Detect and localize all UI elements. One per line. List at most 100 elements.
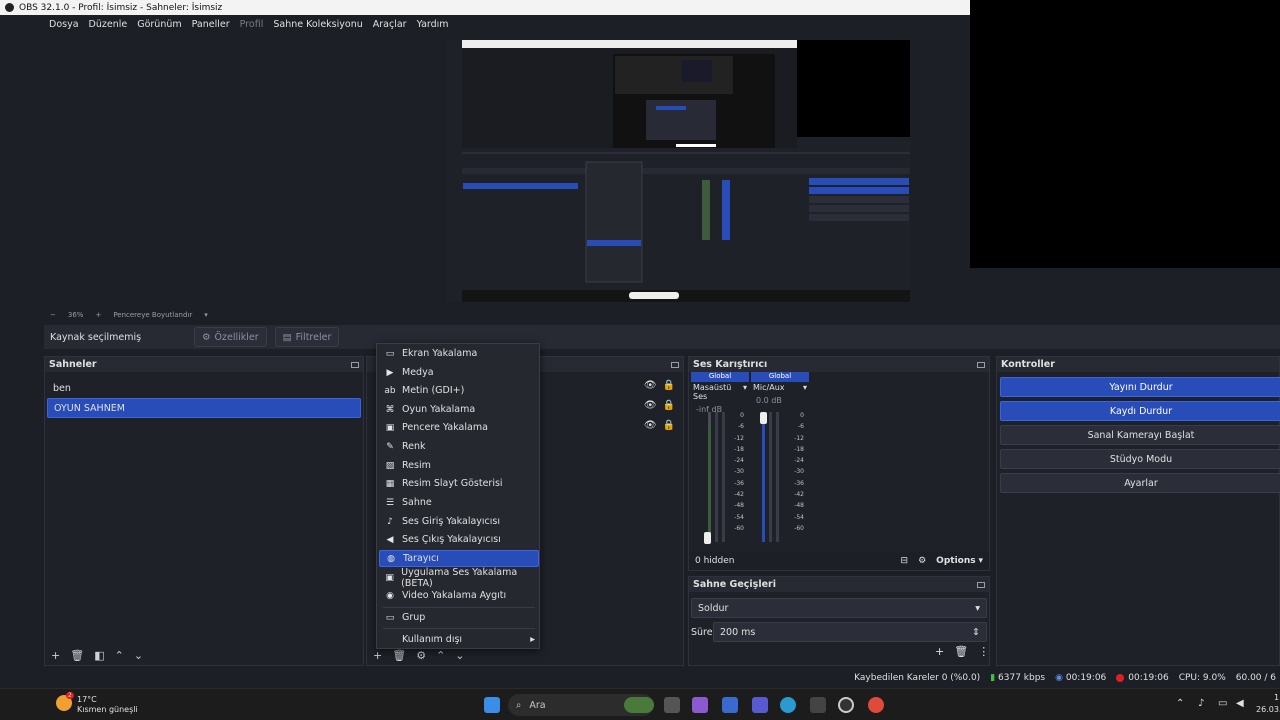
start-virtual-camera-button[interactable]: Sanal Kamerayı Başlat: [1000, 425, 1280, 445]
menu-item-app-audio-capture[interactable]: ▣ Uygulama Ses Yakalama (BETA): [379, 567, 539, 589]
options-button[interactable]: Options ▾: [936, 556, 983, 566]
channel-name-select[interactable]: Mic/Aux ▾: [751, 382, 809, 393]
gear-icon[interactable]: ⚙: [416, 649, 426, 662]
advanced-settings-icon[interactable]: ⚙: [918, 556, 926, 566]
search-placeholder: Ara: [529, 699, 546, 711]
volume-tray-icon[interactable]: ◀: [1236, 698, 1244, 709]
trash-icon[interactable]: 🗑: [392, 649, 406, 662]
scene-item[interactable]: ben: [47, 378, 361, 398]
add-source-icon[interactable]: +: [373, 649, 382, 662]
channel-name-select[interactable]: Masaüstü Ses ▾: [691, 382, 749, 402]
undock-icon[interactable]: [977, 361, 985, 368]
menu-item-color[interactable]: ✎ Renk: [379, 438, 539, 455]
stop-streaming-button[interactable]: Yayını Durdur: [1000, 377, 1280, 397]
menu-scene-collection[interactable]: Sahne Koleksiyonu: [273, 19, 362, 30]
taskbar-search[interactable]: ⌕ Ara: [508, 694, 654, 716]
studio-mode-button[interactable]: Stüdyo Modu: [1000, 449, 1280, 469]
volume-fader[interactable]: [760, 412, 767, 424]
microphone-tray-icon[interactable]: ♪: [1198, 698, 1204, 709]
controls-title: Kontroller: [1001, 359, 1055, 370]
menu-item-label: Metin (GDI+): [402, 385, 465, 396]
zoom-out-button[interactable]: −: [50, 311, 56, 319]
settings-button[interactable]: Ayarlar: [1000, 473, 1280, 493]
lock-icon[interactable]: 🔒: [663, 400, 675, 411]
undock-icon[interactable]: [671, 361, 679, 368]
transition-select[interactable]: Soldur ▾: [691, 598, 987, 618]
menu-file[interactable]: Dosya: [49, 19, 79, 30]
menu-item-slideshow[interactable]: ▦ Resim Slayt Gösterisi: [379, 475, 539, 492]
calculator-icon[interactable]: [722, 697, 738, 713]
dropped-frames: Kaybedilen Kareler 0 (%0.0): [854, 673, 981, 683]
menu-item-audio-input[interactable]: ♪ Ses Giriş Yakalayıcısı: [379, 513, 539, 530]
menu-item-text[interactable]: ab Metin (GDI+): [379, 382, 539, 399]
menu-item-image[interactable]: ▨ Resim: [379, 457, 539, 474]
chrome-icon[interactable]: [868, 697, 884, 713]
menu-separator: [383, 628, 535, 629]
menu-edit[interactable]: Düzenle: [89, 19, 128, 30]
move-up-icon[interactable]: ⌃: [115, 649, 124, 662]
zoom-mode-select[interactable]: Pencereye Boyutlandır: [113, 311, 192, 319]
lock-icon[interactable]: 🔒: [663, 420, 675, 431]
menu-item-group[interactable]: ▭ Grup: [379, 609, 539, 626]
undock-icon[interactable]: [977, 581, 985, 588]
eye-icon[interactable]: 👁: [644, 420, 657, 431]
volume-fader[interactable]: [704, 532, 711, 544]
channel-name: Masaüstü Ses: [693, 383, 732, 401]
windows-start-icon[interactable]: [484, 697, 500, 713]
properties-button[interactable]: ⚙ Özellikler: [194, 327, 267, 347]
move-down-icon[interactable]: ⌄: [455, 649, 464, 662]
menu-help[interactable]: Yardım: [417, 19, 449, 30]
eye-icon[interactable]: 👁: [644, 380, 657, 391]
menu-item-scene[interactable]: ☰ Sahne: [379, 494, 539, 511]
menu-view[interactable]: Görünüm: [137, 19, 181, 30]
app-icon[interactable]: [810, 697, 826, 713]
menu-docks[interactable]: Paneller: [192, 19, 230, 30]
copilot-icon[interactable]: [692, 697, 708, 713]
source-status-text: Kaynak seçilmemiş: [50, 331, 142, 343]
edge-icon[interactable]: [780, 697, 796, 713]
move-up-icon[interactable]: ⌃: [436, 649, 445, 662]
camera-icon: ◉: [386, 590, 394, 601]
menu-item-audio-output[interactable]: ◀ Ses Çıkış Yakalayıcısı: [379, 531, 539, 548]
menu-item-video-capture[interactable]: ◉ Video Yakalama Aygıtı: [379, 587, 539, 604]
tray-chevron-icon[interactable]: ⌃: [1176, 698, 1184, 709]
menu-item-game-capture[interactable]: ⌘ Oyun Yakalama: [379, 401, 539, 418]
folder-icon: ▭: [385, 612, 395, 623]
menu-item-display-capture[interactable]: ▭ Ekran Yakalama: [379, 345, 539, 362]
scene-label: OYUN SAHNEM: [54, 402, 125, 414]
spin-arrows-icon[interactable]: ⇕: [972, 627, 980, 638]
stop-recording-button[interactable]: Kaydı Durdur: [1000, 401, 1280, 421]
teams-icon[interactable]: [752, 697, 768, 713]
duration-spinbox[interactable]: 200 ms ⇕: [713, 622, 987, 642]
gear-icon: ⚙: [202, 331, 211, 343]
zoom-in-button[interactable]: +: [95, 311, 101, 319]
menu-item-media[interactable]: ▶ Medya: [379, 364, 539, 381]
menu-profile[interactable]: Profil: [240, 19, 264, 30]
undock-icon[interactable]: [351, 361, 359, 368]
add-transition-icon[interactable]: +: [935, 645, 944, 658]
eye-icon[interactable]: 👁: [644, 400, 657, 411]
obs-taskbar-icon[interactable]: [838, 697, 854, 713]
network-tray-icon[interactable]: ▭: [1218, 698, 1227, 709]
task-view-icon[interactable]: [664, 697, 680, 713]
meter-scale: 0 -6 -12 -18 -24 -30 -36 -42 -48 -54 -60: [728, 410, 744, 534]
lock-icon[interactable]: 🔒: [663, 380, 675, 391]
menu-item-window-capture[interactable]: ▣ Pencere Yakalama: [379, 419, 539, 436]
add-scene-icon[interactable]: +: [51, 649, 60, 662]
obs-logo-icon: [5, 3, 14, 12]
menu-tools[interactable]: Araçlar: [373, 19, 407, 30]
filters-button[interactable]: ▤ Filtreler: [274, 327, 340, 347]
scene-filters-icon[interactable]: ◧: [94, 649, 104, 662]
monitor-icon: ▭: [385, 348, 395, 359]
menu-item-browser[interactable]: ◍ Tarayıcı: [379, 550, 539, 567]
more-icon[interactable]: ⋮: [978, 645, 989, 658]
scene-item-selected[interactable]: OYUN SAHNEM: [47, 398, 361, 418]
chevron-down-icon[interactable]: ▾: [204, 311, 208, 319]
layout-icon[interactable]: ⊟: [901, 556, 909, 566]
menu-item-deprecated[interactable]: Kullanım dışı ▸: [379, 631, 539, 648]
preview-canvas[interactable]: [446, 40, 910, 302]
recording-dot-icon: [1116, 673, 1125, 682]
trash-icon[interactable]: 🗑: [954, 645, 968, 658]
move-down-icon[interactable]: ⌄: [134, 649, 143, 662]
trash-icon[interactable]: 🗑: [70, 649, 84, 662]
